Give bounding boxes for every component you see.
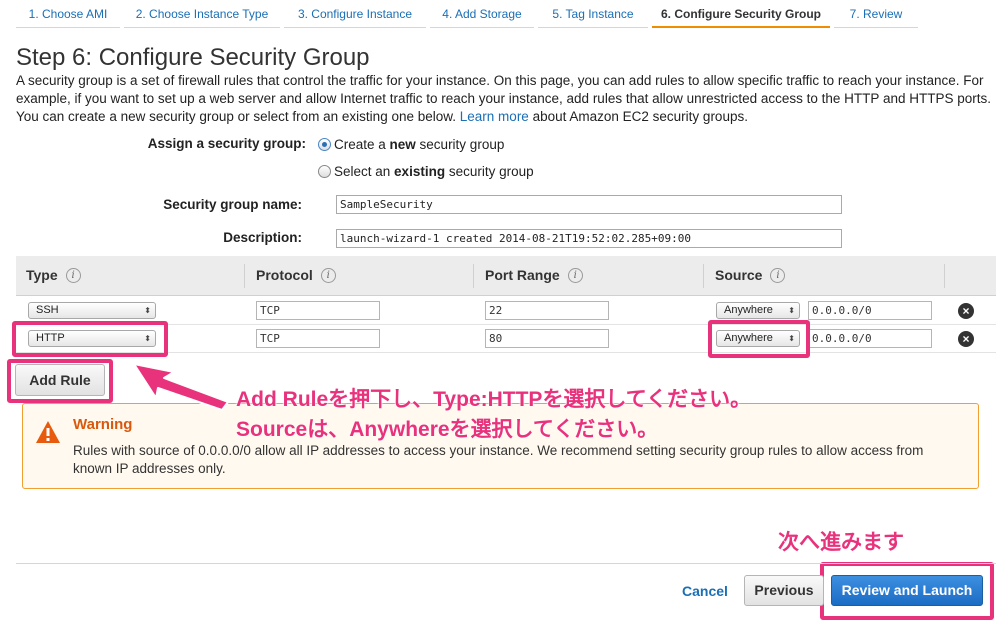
header-port-range: Port Range i	[485, 267, 583, 283]
remove-rule-icon[interactable]: ×	[958, 303, 974, 319]
select-arrow-icon: ⬍	[144, 306, 151, 315]
tab-tag-instance[interactable]: 5. Tag Instance	[538, 0, 648, 28]
wizard-tabs: 1. Choose AMI 2. Choose Instance Type 3.…	[0, 0, 996, 30]
warning-title: Warning	[73, 416, 133, 433]
footer-divider	[16, 563, 996, 564]
rules-table-header: Type i Protocol i Port Range i Source i	[16, 256, 996, 296]
tab-choose-ami[interactable]: 1. Choose AMI	[16, 0, 120, 28]
protocol-field[interactable]: TCP	[256, 329, 380, 348]
select-arrow-icon: ⬍	[788, 306, 795, 315]
column-divider	[244, 264, 245, 288]
annotation-line-1: Add Ruleを押下し、Type:HTTPを選択してください。	[236, 388, 752, 411]
type-select-value: SSH	[36, 304, 59, 316]
add-rule-button[interactable]: Add Rule	[15, 364, 105, 396]
source-select[interactable]: Anywhere ⬍	[716, 302, 800, 319]
protocol-field[interactable]: TCP	[256, 301, 380, 320]
warning-triangle-icon	[36, 421, 60, 443]
header-port-range-label: Port Range	[485, 267, 560, 283]
info-icon[interactable]: i	[770, 267, 786, 283]
page-title: Step 6: Configure Security Group	[16, 44, 370, 71]
previous-button[interactable]: Previous	[744, 575, 824, 606]
header-source: Source i	[715, 267, 786, 283]
header-protocol: Protocol i	[256, 267, 336, 283]
header-protocol-label: Protocol	[256, 267, 313, 283]
port-range-input[interactable]: 22	[485, 301, 609, 320]
column-divider	[473, 264, 474, 288]
column-divider	[703, 264, 704, 288]
pink-arrow-icon	[133, 363, 229, 411]
info-icon[interactable]: i	[567, 267, 583, 283]
intro-text: A security group is a set of firewall ru…	[16, 72, 991, 126]
review-and-launch-button[interactable]: Review and Launch	[831, 575, 983, 606]
radio-select-existing-button[interactable]	[318, 164, 331, 178]
radio-select-existing-pre: Select an	[334, 163, 395, 179]
tab-review[interactable]: 7. Review	[834, 0, 918, 28]
source-cidr-input[interactable]: 0.0.0.0/0	[808, 329, 932, 348]
radio-select-existing-post: security group	[445, 163, 534, 179]
highlight-type-select	[12, 321, 168, 357]
column-divider	[944, 264, 945, 288]
source-select-value: Anywhere	[724, 304, 773, 316]
tab-choose-instance-type[interactable]: 2. Choose Instance Type	[124, 0, 280, 28]
radio-create-new-button[interactable]	[318, 137, 331, 151]
warning-text: Rules with source of 0.0.0.0/0 allow all…	[73, 443, 924, 476]
radio-create-new-post: security group	[415, 136, 505, 152]
radio-create-new-pre: Create a	[334, 136, 390, 152]
source-cidr-input[interactable]: 0.0.0.0/0	[808, 301, 932, 320]
type-select[interactable]: SSH ⬍	[28, 302, 156, 319]
radio-create-new[interactable]: Create a new security group	[318, 135, 504, 153]
tab-configure-instance[interactable]: 3. Configure Instance	[284, 0, 426, 28]
cancel-link[interactable]: Cancel	[682, 583, 728, 599]
description-input[interactable]: launch-wizard-1 created 2014-08-21T19:52…	[336, 229, 842, 248]
learn-more-link[interactable]: Learn more	[460, 109, 529, 124]
security-group-name-input[interactable]: SampleSecurity	[336, 195, 842, 214]
radio-select-existing-bold: existing	[394, 163, 446, 179]
annotation-line-2: Sourceは、Anywhereを選択してください。	[236, 418, 659, 441]
remove-rule-icon[interactable]: ×	[958, 331, 974, 347]
highlight-source-select	[708, 320, 810, 358]
radio-select-existing[interactable]: Select an existing security group	[318, 162, 534, 180]
header-source-label: Source	[715, 267, 763, 283]
header-type: Type i	[26, 267, 81, 283]
header-type-label: Type	[26, 267, 58, 283]
port-range-input[interactable]: 80	[485, 329, 609, 348]
annotation-next: 次へ進みます	[778, 531, 904, 554]
assign-security-group-label: Assign a security group:	[147, 136, 306, 151]
tab-configure-security-group[interactable]: 6. Configure Security Group	[652, 0, 830, 28]
intro-tail: about Amazon EC2 security groups.	[532, 109, 748, 124]
tab-add-storage[interactable]: 4. Add Storage	[430, 0, 534, 28]
security-group-name-label: Security group name:	[163, 197, 302, 212]
radio-create-new-bold: new	[389, 136, 416, 152]
info-icon[interactable]: i	[320, 267, 336, 283]
description-label: Description:	[223, 230, 302, 245]
info-icon[interactable]: i	[65, 267, 81, 283]
